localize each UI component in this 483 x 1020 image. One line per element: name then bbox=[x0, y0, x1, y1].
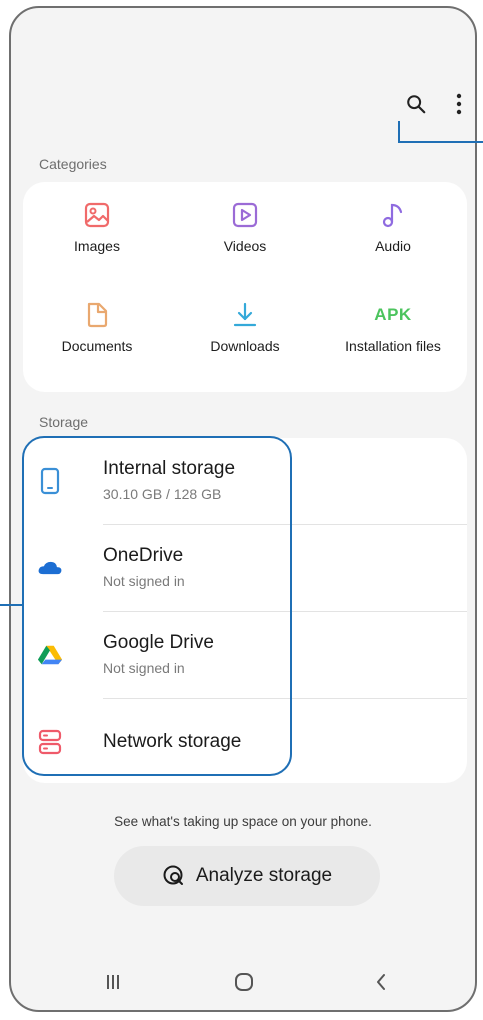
analyze-storage-label: Analyze storage bbox=[195, 865, 333, 886]
apk-icon-text: APK bbox=[374, 305, 412, 324]
recents-button[interactable] bbox=[93, 968, 133, 996]
category-videos[interactable]: Videos bbox=[171, 186, 319, 276]
system-navigation-bar bbox=[11, 950, 475, 1010]
downloads-icon bbox=[230, 300, 260, 330]
categories-heading: Categories bbox=[39, 156, 107, 172]
category-label: Installation files bbox=[345, 338, 441, 354]
home-button[interactable] bbox=[224, 968, 264, 996]
search-button[interactable] bbox=[398, 86, 434, 122]
apk-icon: APK bbox=[374, 300, 411, 330]
back-button[interactable] bbox=[361, 968, 401, 996]
more-options-icon bbox=[456, 93, 462, 115]
documents-icon bbox=[82, 300, 112, 330]
analyze-storage-button[interactable]: Analyze storage bbox=[114, 846, 380, 906]
images-icon bbox=[82, 200, 112, 230]
category-images[interactable]: Images bbox=[23, 186, 171, 276]
back-icon bbox=[377, 974, 385, 990]
top-action-bar bbox=[355, 86, 475, 122]
storage-heading: Storage bbox=[39, 414, 89, 430]
analyze-storage-icon bbox=[163, 865, 183, 885]
storage-callout-highlight bbox=[22, 436, 292, 776]
category-label: Downloads bbox=[210, 338, 280, 354]
category-downloads[interactable]: Downloads bbox=[171, 286, 319, 376]
search-callout-line-vertical bbox=[398, 121, 400, 143]
category-installation-files[interactable]: APK Installation files bbox=[319, 286, 467, 376]
category-label: Images bbox=[74, 238, 120, 254]
more-options-button[interactable] bbox=[441, 86, 475, 122]
category-documents[interactable]: Documents bbox=[23, 286, 171, 376]
storage-callout-line bbox=[0, 604, 24, 606]
search-icon bbox=[407, 95, 426, 114]
category-label: Documents bbox=[61, 338, 133, 354]
category-label: Audio bbox=[375, 238, 411, 254]
search-callout-line-horizontal bbox=[398, 141, 483, 143]
storage-hint-text: See what's taking up space on your phone… bbox=[114, 814, 372, 829]
categories-card: Images Videos Audio Documents Downloads … bbox=[23, 182, 467, 392]
videos-icon bbox=[230, 200, 260, 230]
audio-icon bbox=[378, 200, 408, 230]
category-label: Videos bbox=[223, 238, 267, 254]
category-audio[interactable]: Audio bbox=[319, 186, 467, 276]
home-icon bbox=[235, 973, 253, 991]
recents-icon bbox=[107, 975, 119, 989]
